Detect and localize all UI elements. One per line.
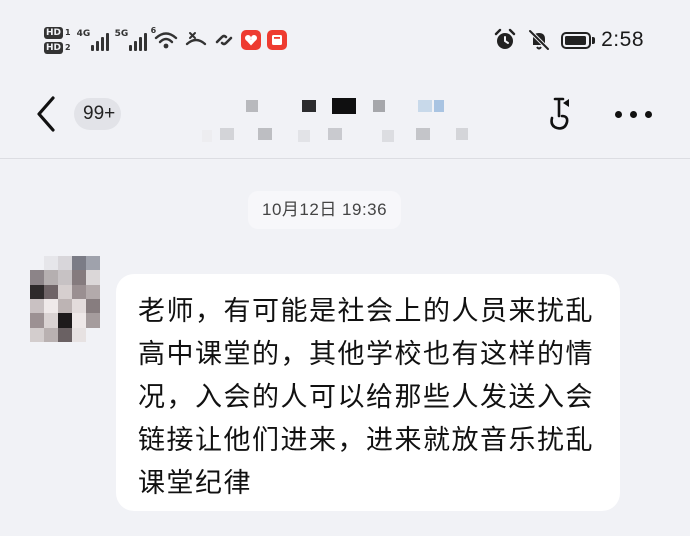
network-1-label: 4G bbox=[76, 29, 91, 39]
signal-5g-icon: 5G bbox=[115, 29, 147, 51]
avatar[interactable] bbox=[30, 256, 100, 342]
app-notification-icon bbox=[240, 30, 261, 50]
more-button[interactable] bbox=[608, 96, 658, 132]
mute-icon bbox=[527, 28, 551, 52]
more-icon bbox=[614, 110, 622, 118]
header-action-button[interactable] bbox=[540, 92, 580, 136]
chat-title-obscured bbox=[180, 90, 510, 146]
status-icons-left: HD 1 HD 2 4G 5G 6 bbox=[44, 20, 287, 60]
message-bubble[interactable]: 老师，有可能是社会上的人员来扰乱高中课堂的，其他学校也有这样的情况，入会的人可以… bbox=[116, 274, 620, 511]
hd-icon: HD 1 HD 2 bbox=[44, 26, 71, 54]
network-2-label: 5G bbox=[114, 29, 129, 39]
message-text: 老师，有可能是社会上的人员来扰乱高中课堂的，其他学校也有这样的情况，入会的人可以… bbox=[138, 296, 594, 499]
status-bar: HD 1 HD 2 4G 5G 6 2:58 bbox=[0, 0, 690, 74]
alarm-icon bbox=[493, 28, 517, 52]
hd-2-badge: HD bbox=[44, 41, 64, 54]
message-notification-icon bbox=[266, 30, 287, 50]
back-chevron-icon bbox=[37, 96, 55, 132]
hd-2-sub: 2 bbox=[65, 43, 71, 52]
unread-count-badge[interactable]: 99+ bbox=[74, 98, 122, 130]
chat-header: 99+ bbox=[0, 74, 690, 159]
hd-1-badge: HD bbox=[44, 26, 64, 39]
status-time: 2:58 bbox=[601, 28, 644, 51]
battery-fill bbox=[565, 35, 587, 45]
message-timestamp: 10月12日 19:36 bbox=[248, 191, 402, 229]
missed-call-icon bbox=[185, 30, 207, 50]
signal-4g-icon: 4G bbox=[77, 29, 109, 51]
status-icons-right: 2:58 bbox=[493, 26, 644, 54]
wifi-icon: 6 bbox=[151, 26, 179, 50]
wifi-level-label: 6 bbox=[150, 26, 157, 35]
battery-icon bbox=[561, 31, 596, 49]
link-icon bbox=[213, 30, 235, 50]
hd-1-sub: 1 bbox=[65, 28, 71, 37]
pin-icon bbox=[550, 97, 569, 130]
back-button[interactable] bbox=[30, 94, 62, 134]
